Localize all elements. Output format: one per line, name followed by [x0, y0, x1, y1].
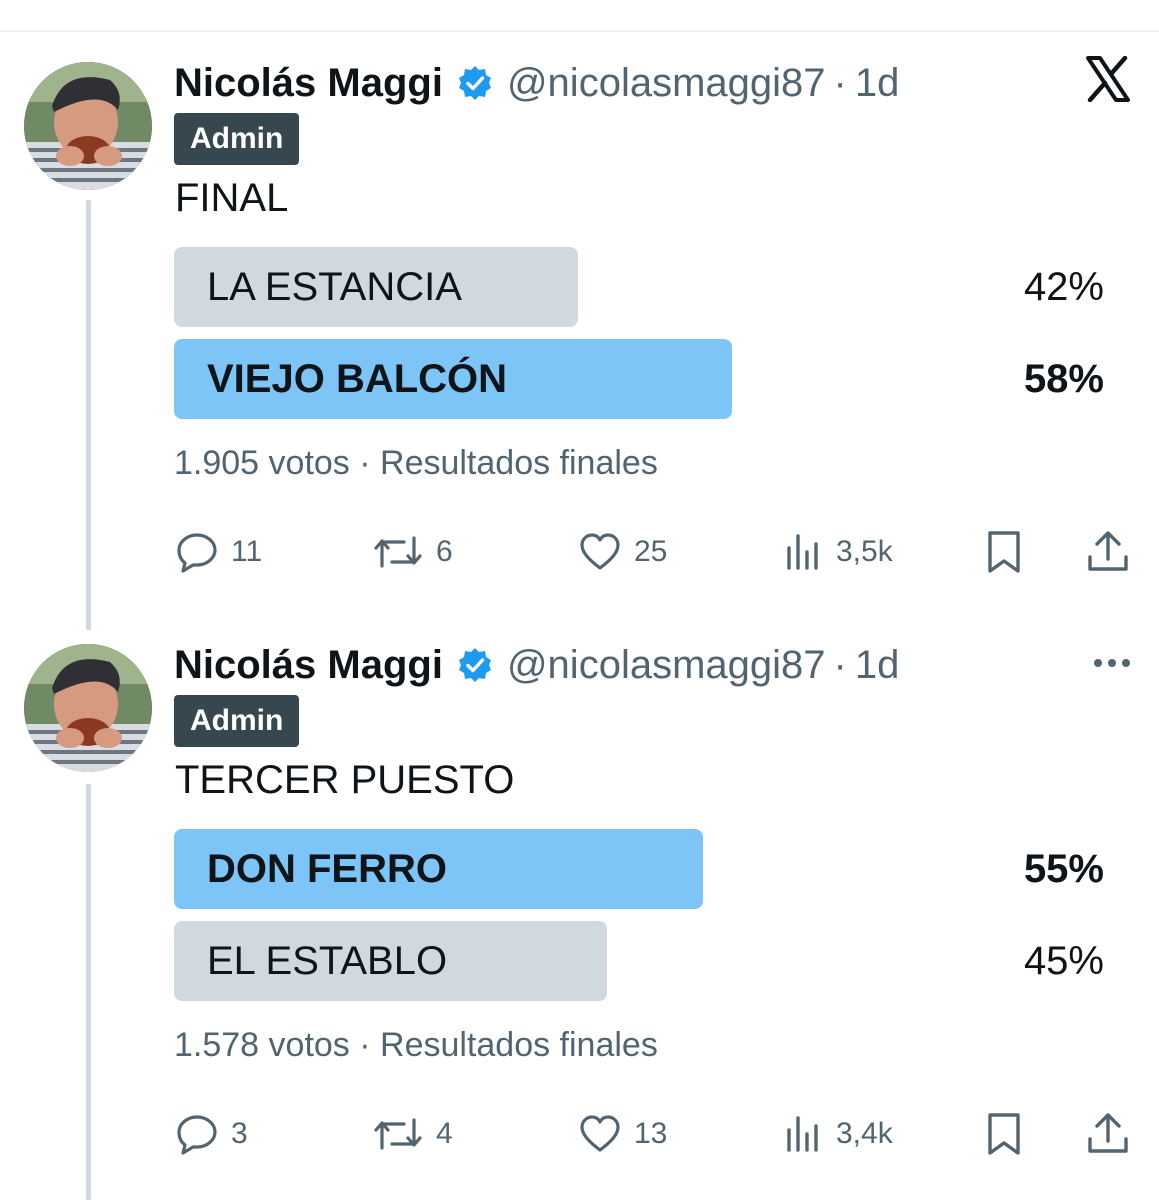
- like-icon: [578, 1112, 622, 1156]
- thread-line: [86, 784, 91, 1200]
- share-icon: [1086, 529, 1130, 575]
- views-count: 3,5k: [836, 535, 893, 568]
- reply-count: 3: [231, 1117, 248, 1150]
- poll-meta: 1.905 votos · Resultados finales: [174, 444, 658, 482]
- poll-option-percent: 55%: [1023, 846, 1104, 891]
- author-name[interactable]: Nicolás Maggi: [174, 643, 443, 688]
- avatar[interactable]: [24, 62, 152, 190]
- tweet-header: Nicolás Maggi @nicolasmaggi87 · 1d: [174, 58, 899, 108]
- poll-option: DON FERRO 55%: [174, 829, 1104, 909]
- poll-option-percent: 42%: [1023, 264, 1104, 309]
- poll-option-label: LA ESTANCIA: [207, 264, 462, 309]
- share-icon: [1086, 1111, 1130, 1157]
- verified-badge-icon: [457, 647, 493, 683]
- reply-icon: [175, 530, 219, 574]
- poll-option-percent: 58%: [1023, 356, 1104, 401]
- reply-icon: [175, 1112, 219, 1156]
- poll-option: EL ESTABLO 45%: [174, 921, 1104, 1001]
- avatar[interactable]: [24, 644, 152, 772]
- more-icon[interactable]: [1092, 656, 1132, 675]
- reply-count: 11: [231, 535, 263, 568]
- views-icon: [784, 530, 824, 574]
- avatar-image: [24, 62, 152, 190]
- poll-option-label: DON FERRO: [207, 846, 447, 891]
- views-icon: [784, 1112, 824, 1156]
- poll-option: VIEJO BALCÓN 58%: [174, 339, 1104, 419]
- tweet-timestamp[interactable]: 1d: [855, 643, 900, 688]
- bookmark-icon: [984, 529, 1024, 575]
- views-button[interactable]: 3,4k: [784, 1104, 893, 1164]
- views-button[interactable]: 3,5k: [784, 522, 893, 582]
- reply-button[interactable]: 3: [175, 1104, 248, 1164]
- tweet-text: FINAL: [175, 176, 289, 220]
- poll-option-label: EL ESTABLO: [207, 938, 448, 983]
- views-count: 3,4k: [836, 1117, 893, 1150]
- share-button[interactable]: [1086, 522, 1130, 582]
- like-count: 25: [634, 535, 668, 568]
- repost-icon: [372, 1112, 424, 1156]
- bookmark-button[interactable]: [984, 1104, 1024, 1164]
- verified-badge-icon: [457, 65, 493, 101]
- poll-option-percent: 45%: [1023, 938, 1104, 983]
- like-button[interactable]: 13: [578, 1104, 667, 1164]
- avatar-image: [24, 644, 152, 772]
- tweet[interactable]: Nicolás Maggi @nicolasmaggi87 · 1d Admin…: [0, 0, 1159, 610]
- tweet-header: Nicolás Maggi @nicolasmaggi87 · 1d: [174, 640, 899, 690]
- share-button[interactable]: [1086, 1104, 1130, 1164]
- like-button[interactable]: 25: [578, 522, 667, 582]
- repost-icon: [372, 530, 424, 574]
- author-handle[interactable]: @nicolasmaggi87: [507, 643, 826, 688]
- poll-option: LA ESTANCIA 42%: [174, 247, 1104, 327]
- tweet-actions: 3 4 13 3,4k: [0, 1104, 1159, 1164]
- repost-count: 4: [436, 1117, 453, 1150]
- repost-button[interactable]: 4: [372, 1104, 453, 1164]
- repost-count: 6: [436, 535, 453, 568]
- reply-button[interactable]: 11: [175, 522, 262, 582]
- tweet-text: TERCER PUESTO: [175, 758, 515, 802]
- bookmark-icon: [984, 1111, 1024, 1157]
- poll-option-label: VIEJO BALCÓN: [207, 356, 508, 401]
- poll-result-bar: [174, 829, 703, 909]
- like-icon: [578, 530, 622, 574]
- tweet-actions: 11 6 25 3,5k: [0, 522, 1159, 582]
- separator-dot: ·: [833, 642, 847, 687]
- admin-badge: Admin: [174, 695, 300, 747]
- bookmark-button[interactable]: [984, 522, 1024, 582]
- author-handle[interactable]: @nicolasmaggi87: [507, 61, 826, 106]
- author-name[interactable]: Nicolás Maggi: [174, 61, 443, 106]
- poll-meta: 1.578 votos · Resultados finales: [174, 1026, 658, 1064]
- repost-button[interactable]: 6: [372, 522, 453, 582]
- separator-dot: ·: [833, 60, 847, 105]
- admin-badge: Admin: [174, 113, 300, 165]
- like-count: 13: [634, 1117, 668, 1150]
- tweet-timestamp[interactable]: 1d: [855, 61, 900, 106]
- poll-result-bar: [174, 921, 607, 1001]
